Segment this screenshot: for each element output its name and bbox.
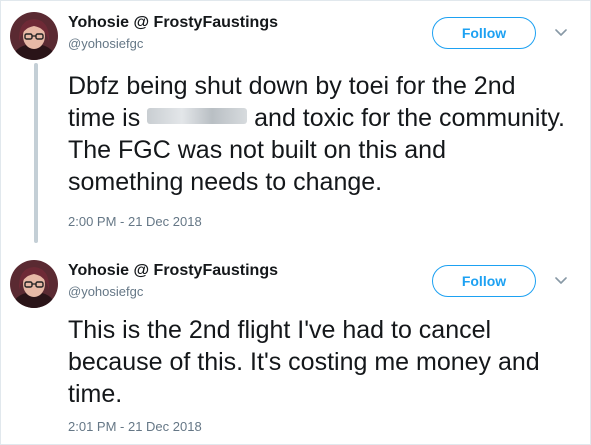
user-handle[interactable]: @yohosiefgc xyxy=(68,36,143,51)
avatar[interactable] xyxy=(10,260,58,308)
user-avatar-icon xyxy=(10,12,58,60)
follow-button-label: Follow xyxy=(461,25,507,41)
display-name[interactable]: Yohosie @ FrostyFaustings xyxy=(68,262,278,280)
follow-button-label: Follow xyxy=(461,273,507,289)
tweet-menu-button[interactable] xyxy=(553,26,569,40)
chevron-down-icon xyxy=(555,277,567,284)
user-avatar-icon xyxy=(10,260,58,308)
tweet-timestamp[interactable]: 2:01 PM - 21 Dec 2018 xyxy=(68,419,202,434)
redacted-word-blur xyxy=(147,108,248,124)
tweet-menu-button[interactable] xyxy=(553,274,569,288)
tweet-timestamp[interactable]: 2:00 PM - 21 Dec 2018 xyxy=(68,214,202,229)
avatar[interactable] xyxy=(10,12,58,60)
thread-connector-line xyxy=(34,63,38,243)
follow-button[interactable]: Follow xyxy=(432,265,536,297)
user-handle[interactable]: @yohosiefgc xyxy=(68,284,143,299)
tweet-text: Dbfz being shut down by toei for the 2nd… xyxy=(68,70,568,198)
follow-button[interactable]: Follow xyxy=(432,17,536,49)
tweet-text: This is the 2nd flight I've had to cance… xyxy=(68,316,540,408)
display-name[interactable]: Yohosie @ FrostyFaustings xyxy=(68,14,278,32)
chevron-down-icon xyxy=(555,29,567,36)
